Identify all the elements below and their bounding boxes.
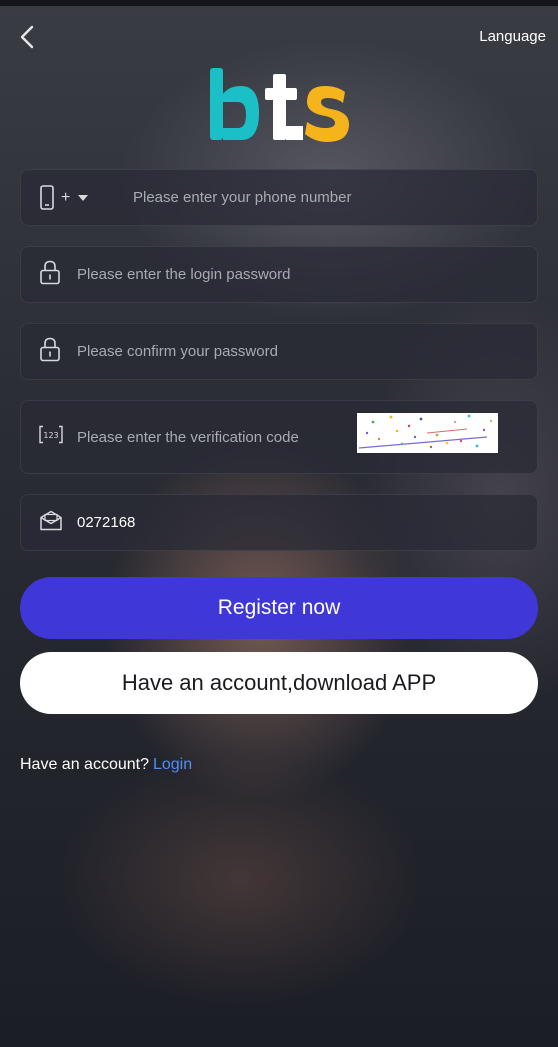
login-link[interactable]: Login: [153, 756, 192, 773]
confirm-password-input[interactable]: [77, 324, 521, 379]
back-button[interactable]: [16, 24, 42, 50]
envelope-icon: [39, 509, 63, 536]
bts-logo: [207, 66, 353, 146]
phone-icon: [40, 185, 54, 210]
confirm-password-field[interactable]: [20, 323, 538, 380]
password-input[interactable]: [77, 247, 521, 302]
country-code-plus: +: [61, 189, 71, 206]
verification-code-input[interactable]: [77, 401, 337, 473]
download-app-button[interactable]: Have an account,download APP: [20, 652, 538, 714]
invite-code-field[interactable]: [20, 494, 538, 551]
phone-input[interactable]: [133, 170, 521, 225]
phone-field[interactable]: +: [20, 169, 538, 226]
have-account-text: Have an account?: [20, 756, 149, 773]
code-123-icon: 123: [39, 425, 63, 450]
chevron-left-icon: [20, 25, 34, 49]
language-button[interactable]: Language: [479, 28, 546, 45]
top-status-line: [0, 0, 558, 6]
country-code-selector[interactable]: +: [37, 184, 89, 212]
register-now-button[interactable]: Register now: [20, 577, 538, 639]
lock-icon: [39, 336, 61, 367]
invite-code-input[interactable]: [77, 495, 521, 550]
verification-field[interactable]: 123: [20, 400, 538, 474]
captcha-image[interactable]: [357, 413, 498, 453]
svg-text:123: 123: [43, 431, 58, 440]
password-field[interactable]: [20, 246, 538, 303]
login-prompt: Have an account? Login: [20, 756, 192, 774]
lock-icon: [39, 259, 61, 290]
chevron-down-icon: [78, 195, 89, 201]
